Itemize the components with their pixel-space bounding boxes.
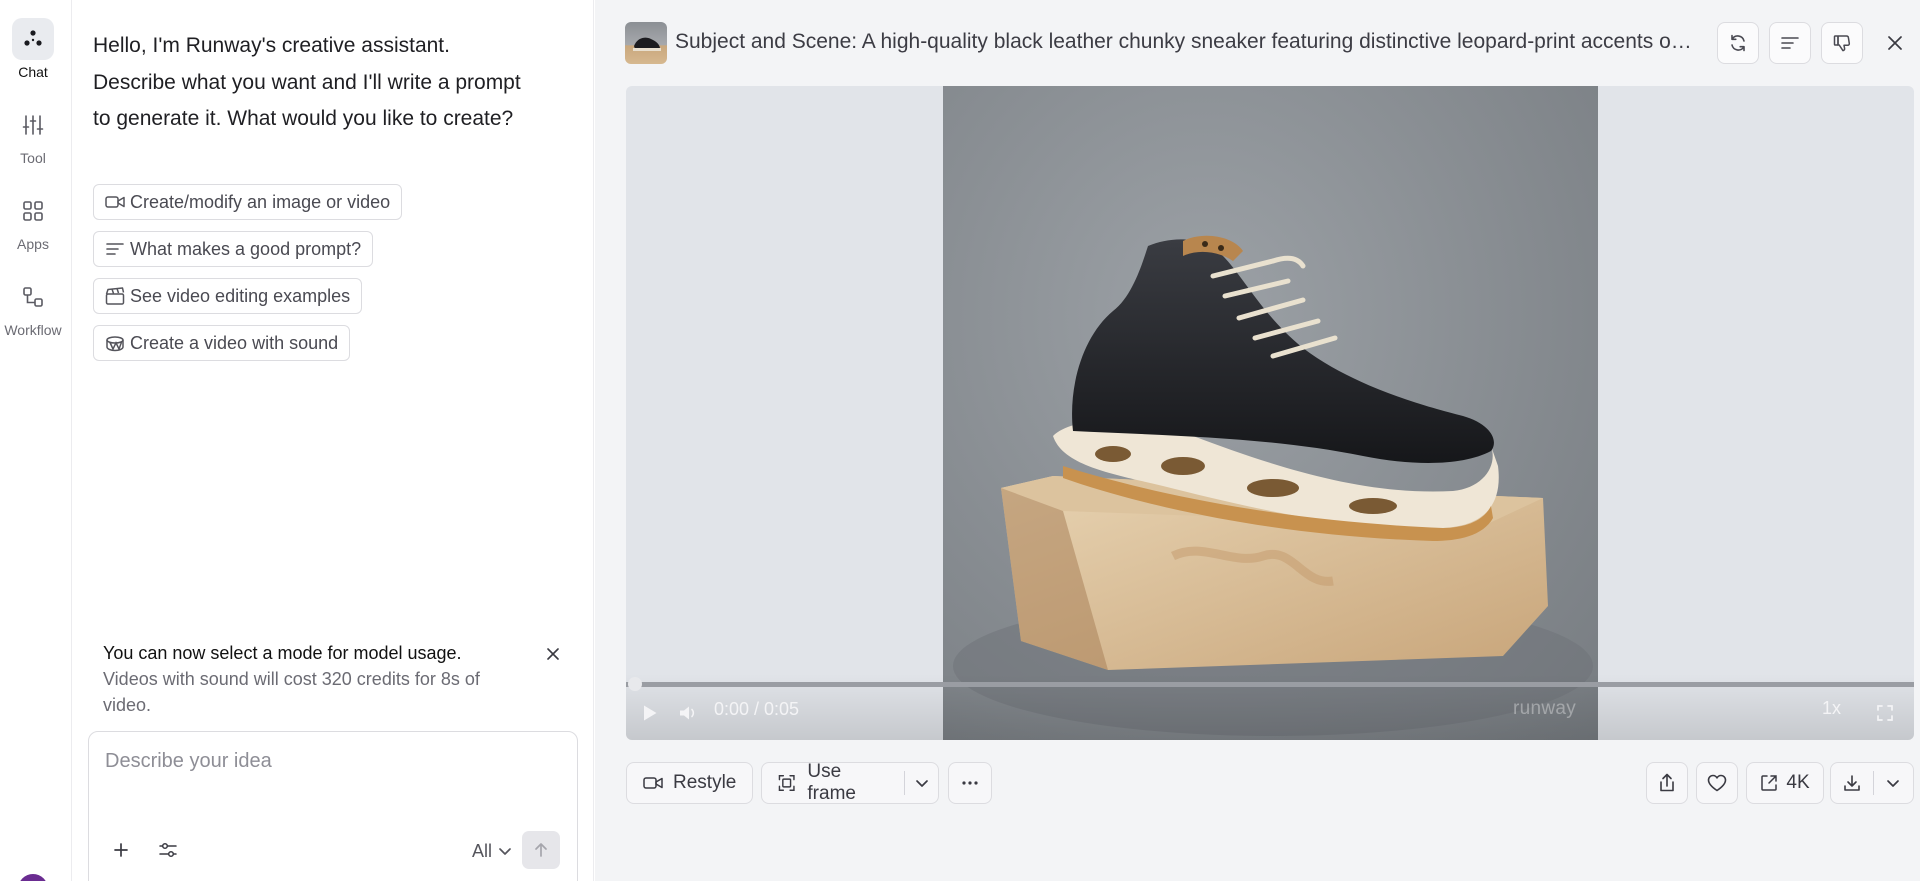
rail-label-workflow: Workflow	[4, 322, 62, 338]
runway-watermark: runway	[1513, 698, 1577, 719]
rail-label-chat: Chat	[18, 64, 48, 80]
avatar[interactable]	[18, 874, 48, 881]
preview-header: Subject and Scene: A high-quality black …	[595, 0, 1920, 86]
video-player[interactable]: 0:00 / 0:05 runway 1x	[626, 86, 1914, 740]
rail-item-tool[interactable]: Tool	[0, 104, 66, 166]
video-camera-icon	[643, 777, 663, 789]
refresh-icon	[1731, 34, 1745, 52]
suggestion-editing-examples[interactable]: See video editing examples	[93, 278, 363, 314]
thumbs-down-icon	[1833, 35, 1851, 52]
drum-icon	[105, 333, 125, 353]
chat-dots-icon	[12, 18, 54, 60]
adjust-icon	[159, 842, 177, 858]
playback-speed-button[interactable]: 1x	[1822, 698, 1841, 719]
arrow-up-icon	[535, 843, 547, 857]
volume-icon	[680, 706, 695, 720]
prompt-composer: All	[88, 731, 578, 881]
generation-title: Subject and Scene: A high-quality black …	[675, 30, 1695, 53]
video-progress-bar[interactable]	[626, 682, 1914, 687]
regenerate-button[interactable]	[1717, 22, 1759, 64]
workflow-icon	[12, 276, 54, 318]
add-attachment-button[interactable]	[106, 835, 136, 865]
frame-capture-icon	[778, 775, 795, 791]
rail-item-workflow[interactable]: Workflow	[0, 276, 66, 338]
playback-time: 0:00 / 0:05	[714, 699, 800, 719]
fullscreen-icon	[1877, 705, 1893, 721]
send-button[interactable]	[522, 831, 560, 869]
generation-thumbnail[interactable]	[625, 22, 667, 64]
upscale-icon	[1761, 775, 1778, 791]
sliders-icon	[12, 104, 54, 146]
mode-notice: You can now select a mode for model usag…	[103, 640, 563, 718]
chevron-down-icon	[499, 848, 511, 855]
more-horizontal-icon	[962, 781, 978, 785]
share-button[interactable]	[1646, 762, 1688, 804]
rail-label-tool: Tool	[20, 150, 46, 166]
preview-panel: Subject and Scene: A high-quality black …	[595, 0, 1920, 881]
chevron-down-icon	[1887, 780, 1900, 787]
progress-scrubber[interactable]	[628, 677, 642, 691]
notice-body: Videos with sound will cost 320 credits …	[103, 669, 480, 715]
upscale-4k-button[interactable]: 4K	[1746, 762, 1824, 804]
download-icon	[1843, 775, 1860, 791]
video-camera-icon	[105, 192, 125, 212]
chevron-down-icon	[915, 780, 928, 787]
use-frame-dropdown[interactable]	[905, 763, 938, 803]
share-icon	[1660, 773, 1674, 792]
lines-icon	[105, 239, 125, 259]
grid-icon	[12, 190, 54, 232]
suggestion-label: Create/modify an image or video	[130, 191, 391, 212]
play-icon	[644, 705, 657, 721]
rail-item-apps[interactable]: Apps	[0, 190, 66, 252]
volume-button[interactable]	[678, 698, 698, 728]
close-preview-button[interactable]	[1874, 22, 1916, 64]
details-button[interactable]	[1769, 22, 1811, 64]
rail-item-chat[interactable]: Chat	[0, 18, 66, 80]
suggestion-good-prompt[interactable]: What makes a good prompt?	[93, 231, 374, 267]
settings-button[interactable]	[153, 835, 183, 865]
sneaker-video-frame-image	[953, 235, 1593, 736]
use-frame-button-group: Use frame	[761, 761, 939, 804]
close-icon	[1888, 36, 1902, 50]
suggestion-create-modify[interactable]: Create/modify an image or video	[93, 184, 403, 220]
restyle-button[interactable]: Restyle	[626, 762, 754, 804]
mode-select-value: All	[472, 840, 493, 861]
mode-select[interactable]: All	[472, 836, 512, 866]
chat-panel: Hello, I'm Runway's creative assistant. …	[73, 0, 594, 881]
suggestion-label: What makes a good prompt?	[130, 238, 362, 259]
heart-icon	[1707, 774, 1727, 792]
prompt-input[interactable]	[105, 750, 555, 810]
lines-icon	[1781, 37, 1799, 49]
fullscreen-button[interactable]	[1876, 698, 1894, 728]
notice-title: You can now select a mode for model usag…	[103, 643, 462, 663]
plus-icon	[114, 843, 128, 857]
rail-label-apps: Apps	[17, 236, 49, 252]
close-icon	[547, 648, 559, 660]
suggestion-label: Create a video with sound	[130, 332, 339, 353]
favorite-button[interactable]	[1696, 762, 1738, 804]
upscale-label: 4K	[1786, 772, 1810, 793]
use-frame-button[interactable]: Use frame	[762, 761, 892, 804]
thumbs-down-button[interactable]	[1821, 22, 1863, 64]
download-options-dropdown[interactable]	[1873, 763, 1913, 803]
assistant-greeting: Hello, I'm Runway's creative assistant. …	[93, 34, 521, 130]
clapperboard-icon	[105, 286, 125, 306]
use-frame-label: Use frame	[807, 761, 856, 804]
video-frame	[943, 86, 1598, 740]
suggestion-video-with-sound[interactable]: Create a video with sound	[93, 325, 351, 361]
notice-close-button[interactable]	[543, 644, 563, 664]
restyle-label: Restyle	[673, 772, 737, 793]
sneaker-thumbnail-image	[633, 37, 661, 51]
suggestion-label: See video editing examples	[130, 285, 351, 306]
more-options-button[interactable]	[948, 762, 992, 804]
play-button[interactable]	[642, 698, 658, 728]
left-rail: Chat Tool Apps Workflow	[0, 0, 72, 881]
download-button[interactable]	[1831, 763, 1873, 803]
download-button-group	[1830, 762, 1914, 804]
